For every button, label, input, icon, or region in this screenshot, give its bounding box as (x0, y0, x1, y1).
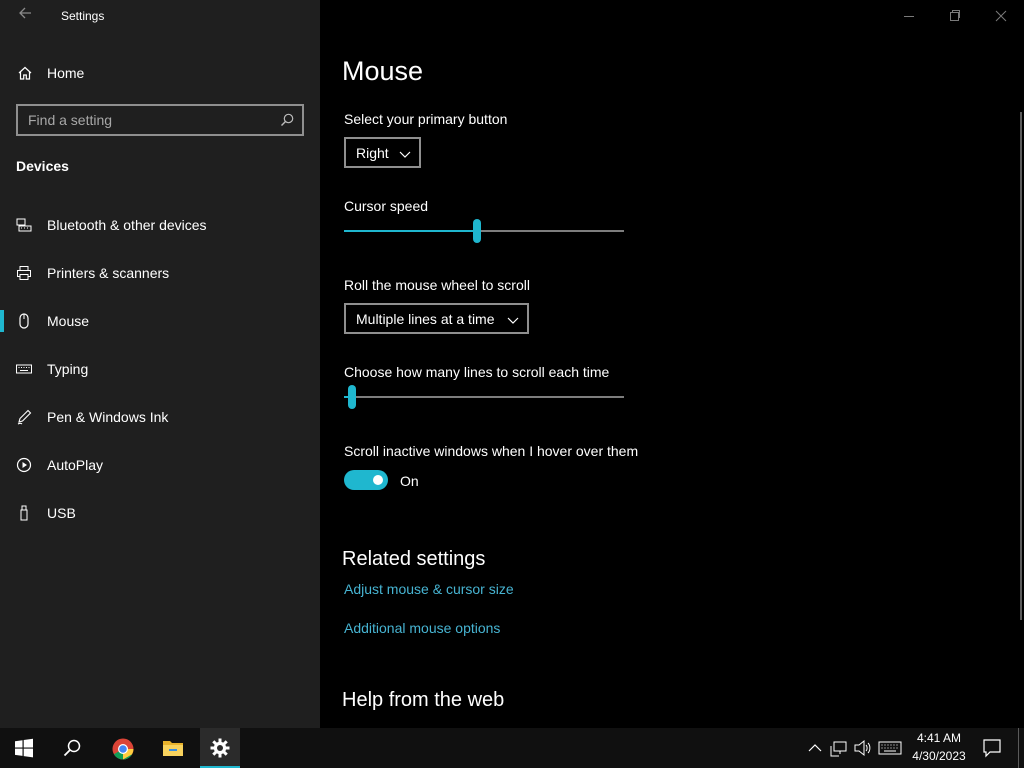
chevron-up-icon[interactable] (808, 738, 822, 758)
selection-indicator (0, 310, 4, 332)
network-icon[interactable] (830, 738, 848, 758)
sidebar-item-label: Bluetooth & other devices (47, 217, 207, 233)
pen-icon (16, 409, 32, 425)
autoplay-icon (16, 457, 32, 473)
clock-date[interactable]: 4/30/2023 (906, 749, 972, 763)
inactive-scroll-label: Scroll inactive windows when I hover ove… (344, 443, 639, 459)
primary-button-label: Select your primary button (344, 111, 508, 127)
file-explorer-taskbar-button[interactable] (150, 728, 194, 768)
page-title: Mouse (342, 56, 424, 86)
sidebar-item-label: Typing (47, 361, 89, 377)
start-button[interactable] (2, 728, 46, 768)
home-label: Home (47, 65, 85, 81)
taskbar-search-button[interactable] (50, 728, 94, 768)
slider-thumb[interactable] (348, 385, 357, 409)
restore-icon (950, 10, 960, 21)
printer-icon (16, 265, 32, 281)
toggle-knob (373, 475, 383, 485)
sidebar-item-label: Pen & Windows Ink (47, 409, 169, 425)
sidebar-item-label: AutoPlay (47, 457, 104, 473)
sidebar-item-bluetooth[interactable]: Bluetooth & other devices (0, 205, 320, 245)
sidebar-item-usb[interactable]: USB (0, 493, 320, 533)
restore-button[interactable] (940, 6, 970, 26)
chevron-down-icon (399, 147, 411, 163)
slider-thumb[interactable] (473, 219, 481, 243)
chrome-icon (112, 738, 134, 760)
toggle-state-label: On (400, 473, 419, 489)
slider-track (344, 396, 624, 398)
show-desktop-button[interactable] (1018, 728, 1024, 768)
mouse-icon (16, 313, 32, 329)
wheel-scroll-label: Roll the mouse wheel to scroll (344, 277, 530, 293)
close-icon (995, 10, 1007, 22)
sidebar-item-printers[interactable]: Printers & scanners (0, 253, 320, 293)
home-icon (17, 65, 33, 86)
cursor-speed-label: Cursor speed (344, 198, 429, 214)
close-button[interactable] (986, 6, 1016, 26)
search-box[interactable] (16, 104, 304, 136)
settings-content: Mouse Select your primary button Right C… (320, 0, 1024, 728)
related-settings-title: Related settings (342, 548, 486, 570)
back-arrow-icon (19, 7, 31, 19)
slider-fill (344, 230, 477, 232)
sidebar-item-label: Printers & scanners (47, 265, 170, 281)
chrome-taskbar-button[interactable] (100, 728, 144, 768)
usb-icon (16, 505, 32, 521)
wheel-scroll-value: Multiple lines at a time (356, 311, 495, 327)
keyboard-icon[interactable] (878, 738, 902, 758)
minimize-icon (904, 16, 914, 17)
search-input[interactable] (18, 106, 270, 134)
primary-button-dropdown[interactable]: Right (344, 137, 421, 168)
home-nav-item[interactable]: Home (0, 58, 320, 88)
settings-icon (210, 738, 230, 758)
settings-taskbar-button[interactable] (200, 728, 240, 768)
file-explorer-icon (163, 741, 183, 756)
volume-icon[interactable] (854, 738, 872, 758)
scroll-lines-slider[interactable] (344, 385, 624, 409)
primary-button-value: Right (356, 145, 389, 161)
app-title: Settings (61, 9, 105, 23)
inactive-scroll-toggle[interactable] (344, 470, 388, 490)
sidebar-item-label: USB (47, 505, 76, 521)
back-button[interactable] (14, 6, 36, 26)
settings-sidebar: Settings Home Devices Bluetooth & other … (0, 0, 320, 728)
sidebar-item-pen[interactable]: Pen & Windows Ink (0, 397, 320, 437)
wheel-scroll-dropdown[interactable]: Multiple lines at a time (344, 303, 529, 334)
taskbar: 4:41 AM 4/30/2023 (0, 728, 1024, 768)
notification-icon[interactable] (982, 738, 1002, 758)
adjust-cursor-size-link[interactable]: Adjust mouse & cursor size (344, 581, 514, 597)
section-heading: Devices (16, 158, 69, 174)
sidebar-item-typing[interactable]: Typing (0, 349, 320, 389)
search-icon (63, 739, 81, 757)
additional-mouse-options-link[interactable]: Additional mouse options (344, 620, 500, 636)
sidebar-item-label: Mouse (47, 313, 90, 329)
search-icon[interactable] (279, 112, 295, 133)
scroll-lines-label: Choose how many lines to scroll each tim… (344, 364, 610, 380)
sidebar-item-mouse[interactable]: Mouse (0, 301, 320, 341)
clock-time[interactable]: 4:41 AM (906, 731, 972, 745)
sidebar-item-autoplay[interactable]: AutoPlay (0, 445, 320, 485)
chevron-down-icon (507, 313, 519, 329)
help-from-web-title: Help from the web (342, 689, 505, 711)
keyboard-icon (16, 361, 32, 377)
cursor-speed-slider[interactable] (344, 219, 624, 243)
minimize-button[interactable] (894, 6, 924, 26)
scrollbar[interactable] (1020, 112, 1022, 620)
start-icon (15, 738, 33, 758)
bluetooth-devices-icon (16, 217, 32, 233)
